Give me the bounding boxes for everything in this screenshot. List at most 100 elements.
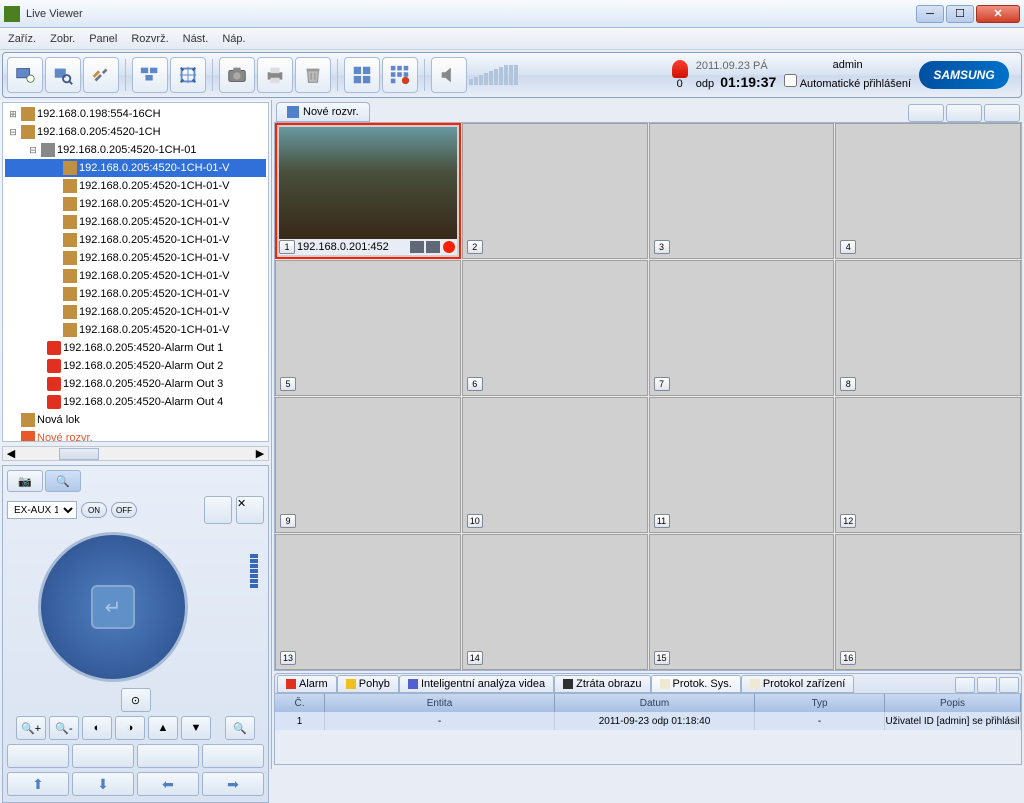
snapshot-button[interactable] bbox=[219, 57, 255, 93]
tree-node[interactable]: 192.168.0.205:4520-1CH-01-V bbox=[5, 231, 266, 249]
tree-alarm[interactable]: 192.168.0.205:4520-Alarm Out 3 bbox=[5, 375, 266, 393]
arrow-left-button[interactable]: ⬅ bbox=[137, 772, 199, 796]
zoom-in-button[interactable]: 🔍+ bbox=[16, 716, 46, 740]
layout-tab[interactable]: Nové rozvr. bbox=[276, 102, 370, 122]
log-col-type[interactable]: Typ bbox=[755, 694, 885, 712]
tree-alarm[interactable]: 192.168.0.205:4520-Alarm Out 1 bbox=[5, 339, 266, 357]
iris-close-button[interactable]: ◑ bbox=[115, 716, 145, 740]
ptz-on-button[interactable]: ON bbox=[81, 502, 107, 518]
arrow-down-button[interactable]: ⬇ bbox=[72, 772, 134, 796]
video-cell-12[interactable]: 12 bbox=[835, 397, 1021, 533]
tree-node[interactable]: 192.168.0.205:4520-1CH-01-V bbox=[5, 195, 266, 213]
video-cell-10[interactable]: 10 bbox=[462, 397, 648, 533]
ptz-select-button[interactable] bbox=[204, 496, 232, 524]
tree-alarm[interactable]: 192.168.0.205:4520-Alarm Out 2 bbox=[5, 357, 266, 375]
tree-node[interactable]: Nová lok bbox=[5, 411, 266, 429]
mic-icon[interactable] bbox=[410, 241, 424, 253]
focus-far-button[interactable]: ▼ bbox=[181, 716, 211, 740]
log-tab-videoloss[interactable]: Ztráta obrazu bbox=[554, 675, 650, 693]
menu-view[interactable]: Zobr. bbox=[50, 33, 75, 45]
video-cell-16[interactable]: 16 bbox=[835, 534, 1021, 670]
preset-4-button[interactable] bbox=[202, 744, 264, 768]
multiview-button[interactable] bbox=[132, 57, 168, 93]
grid-record-button[interactable] bbox=[984, 104, 1020, 122]
tree-node[interactable]: 192.168.0.205:4520-1CH-01-V bbox=[5, 213, 266, 231]
volume-indicator[interactable] bbox=[469, 65, 518, 85]
video-cell-9[interactable]: 9 bbox=[275, 397, 461, 533]
menu-layout[interactable]: Rozvrž. bbox=[131, 33, 168, 45]
log-tab-syslog[interactable]: Protok. Sys. bbox=[651, 675, 741, 693]
video-cell-4[interactable]: 4 bbox=[835, 123, 1021, 259]
grid-settings-button[interactable] bbox=[946, 104, 982, 122]
search-button[interactable] bbox=[45, 57, 81, 93]
menu-tools[interactable]: Nást. bbox=[183, 33, 209, 45]
ptz-tab-1[interactable]: 📷 bbox=[7, 470, 43, 492]
tree-node[interactable]: 192.168.0.205:4520-1CH-01-V bbox=[5, 177, 266, 195]
zoom-out-button[interactable]: 🔍- bbox=[49, 716, 79, 740]
tree-node[interactable]: ⊟192.168.0.205:4520-1CH bbox=[5, 123, 266, 141]
tree-node[interactable]: 192.168.0.205:4520-1CH-01-V bbox=[5, 321, 266, 339]
tree-scrollbar[interactable]: ◀▶ bbox=[2, 446, 269, 461]
log-tab-iva[interactable]: Inteligentní analýza videa bbox=[399, 675, 554, 693]
speaker-icon[interactable] bbox=[426, 241, 440, 253]
video-cell-14[interactable]: 14 bbox=[462, 534, 648, 670]
preset-2-button[interactable] bbox=[72, 744, 134, 768]
log-col-entity[interactable]: Entita bbox=[325, 694, 555, 712]
video-cell-7[interactable]: 7 bbox=[649, 260, 835, 396]
grid1-button[interactable] bbox=[344, 57, 380, 93]
maximize-button[interactable]: ☐ bbox=[946, 5, 974, 23]
close-button[interactable]: ✕ bbox=[976, 5, 1020, 23]
ptz-wheel[interactable]: ↵ bbox=[38, 532, 188, 682]
video-cell-13[interactable]: 13 bbox=[275, 534, 461, 670]
log-refresh-button[interactable] bbox=[977, 677, 997, 693]
video-cell-1[interactable]: 1 192.168.0.201:452 bbox=[275, 123, 461, 259]
menu-panel[interactable]: Panel bbox=[89, 33, 117, 45]
tree-node[interactable]: 192.168.0.205:4520-1CH-01-V bbox=[5, 249, 266, 267]
log-col-num[interactable]: Č. bbox=[275, 694, 325, 712]
print-button[interactable] bbox=[257, 57, 293, 93]
menu-help[interactable]: Náp. bbox=[222, 33, 245, 45]
log-clear-button[interactable] bbox=[999, 677, 1019, 693]
autologin-checkbox[interactable] bbox=[784, 74, 797, 87]
tree-node[interactable]: 192.168.0.205:4520-1CH-01-V bbox=[5, 303, 266, 321]
volume-button[interactable] bbox=[431, 57, 467, 93]
device-tree[interactable]: ⊞192.168.0.198:554-16CH ⊟192.168.0.205:4… bbox=[2, 102, 269, 442]
enter-icon[interactable]: ↵ bbox=[91, 585, 135, 629]
record-icon[interactable] bbox=[443, 241, 455, 253]
arrow-right-button[interactable]: ➡ bbox=[202, 772, 264, 796]
tree-node-selected[interactable]: 192.168.0.205:4520-1CH-01-V bbox=[5, 159, 266, 177]
log-col-date[interactable]: Datum bbox=[555, 694, 755, 712]
log-export-button[interactable] bbox=[955, 677, 975, 693]
log-tab-motion[interactable]: Pohyb bbox=[337, 675, 399, 693]
menu-device[interactable]: Zaříz. bbox=[8, 33, 36, 45]
minimize-button[interactable]: ─ bbox=[916, 5, 944, 23]
iris-open-button[interactable]: ◐ bbox=[82, 716, 112, 740]
delete-button[interactable] bbox=[295, 57, 331, 93]
arrow-up-button[interactable]: ⬆ bbox=[7, 772, 69, 796]
log-tab-devlog[interactable]: Protokol zařízení bbox=[741, 675, 855, 693]
video-cell-15[interactable]: 15 bbox=[649, 534, 835, 670]
preset-3-button[interactable] bbox=[137, 744, 199, 768]
ptz-tab-2[interactable]: 🔍 bbox=[45, 470, 81, 492]
tree-node[interactable]: ⊞192.168.0.198:554-16CH bbox=[5, 105, 266, 123]
grid2-button[interactable] bbox=[382, 57, 418, 93]
log-row[interactable]: 1 - 2011-09-23 odp 01:18:40 - Uživatel I… bbox=[275, 712, 1021, 730]
video-cell-2[interactable]: 2 bbox=[462, 123, 648, 259]
video-cell-6[interactable]: 6 bbox=[462, 260, 648, 396]
focus-near-button[interactable]: ▲ bbox=[148, 716, 178, 740]
tree-node[interactable]: 192.168.0.205:4520-1CH-01-V bbox=[5, 267, 266, 285]
video-cell-5[interactable]: 5 bbox=[275, 260, 461, 396]
video-cell-11[interactable]: 11 bbox=[649, 397, 835, 533]
ptz-off-button[interactable]: OFF bbox=[111, 502, 137, 518]
video-cell-3[interactable]: 3 bbox=[649, 123, 835, 259]
tree-alarm[interactable]: 192.168.0.205:4520-Alarm Out 4 bbox=[5, 393, 266, 411]
tree-node[interactable]: ⊟192.168.0.205:4520-1CH-01 bbox=[5, 141, 266, 159]
tree-node[interactable]: 192.168.0.205:4520-1CH-01-V bbox=[5, 285, 266, 303]
fullscreen-button[interactable] bbox=[170, 57, 206, 93]
zoom-fit-button[interactable]: ⊙ bbox=[121, 688, 151, 712]
connect-button[interactable] bbox=[7, 57, 43, 93]
ptz-aux-select[interactable]: EX-AUX 1 bbox=[7, 501, 77, 519]
grid-expand-button[interactable] bbox=[908, 104, 944, 122]
settings-button[interactable] bbox=[83, 57, 119, 93]
video-cell-8[interactable]: 8 bbox=[835, 260, 1021, 396]
